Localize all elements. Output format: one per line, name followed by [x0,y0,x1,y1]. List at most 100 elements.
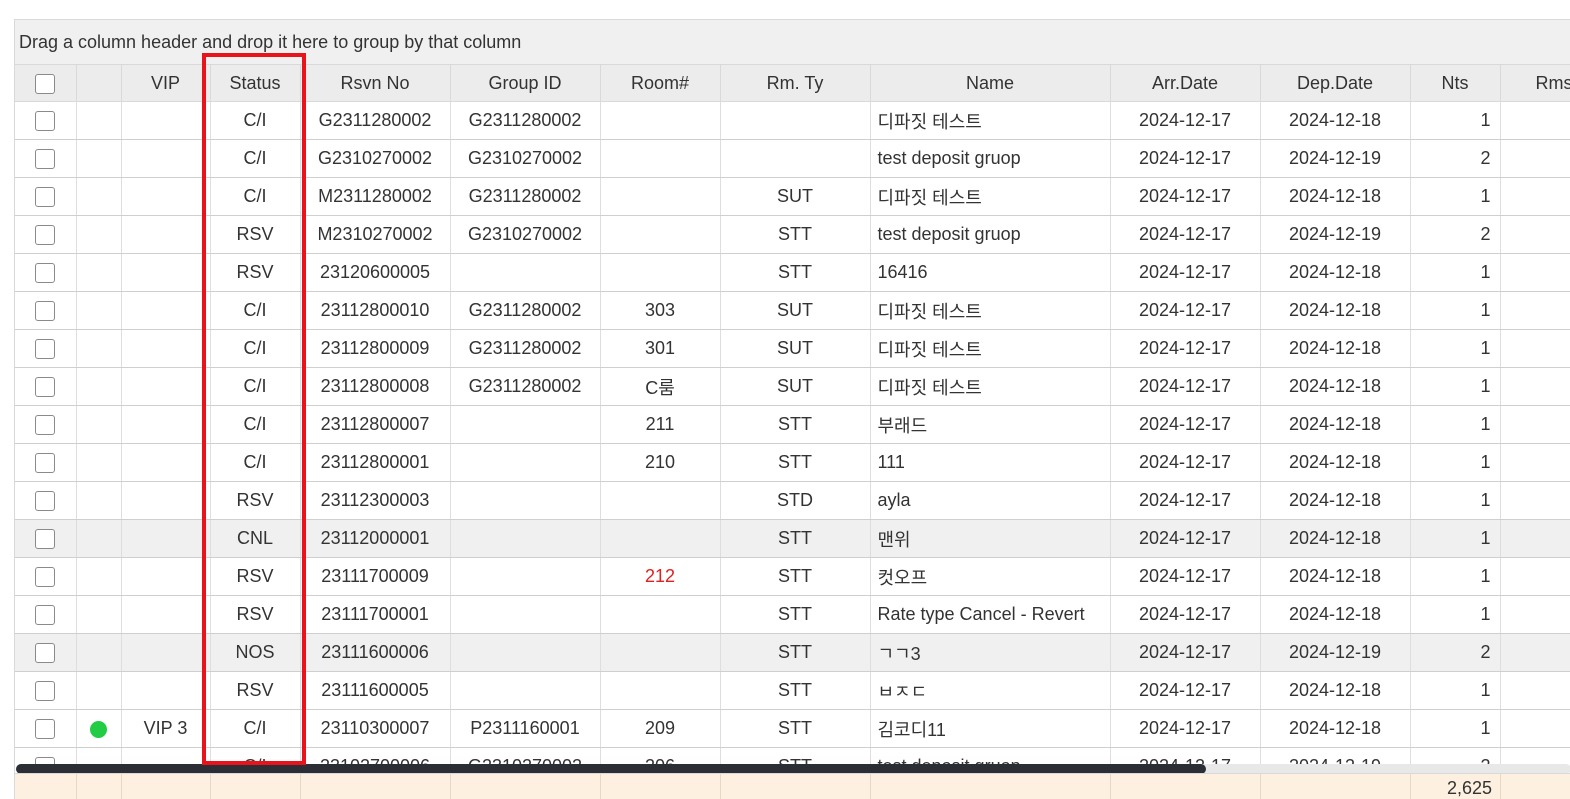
header-room[interactable]: Room# [600,65,721,102]
row-select-cell[interactable] [15,291,77,330]
cell-arr-date: 2024-12-17 [1110,595,1261,634]
header-indicator[interactable] [76,65,122,102]
cell-nts: 1 [1410,102,1501,140]
cell-rsvn-no: 23111600005 [300,671,451,710]
cell-group-id: G2310270002 [450,215,601,254]
row-checkbox[interactable] [35,377,56,398]
header-name[interactable]: Name [870,65,1111,102]
cell-nts: 1 [1410,177,1501,216]
row-checkbox[interactable] [35,149,56,170]
table-row[interactable]: CNL 23112000001 STT 맨위 2024-12-17 2024-12-18 1 [15,519,1570,558]
cell-room: 303 [600,291,721,330]
row-select-cell[interactable] [15,253,77,292]
cell-status: C/I [210,102,301,140]
table-row[interactable]: C/I G2310270002 G2310270002 test deposit gr… [15,139,1570,178]
cell-arr-date: 2024-12-17 [1110,291,1261,330]
row-select-cell[interactable] [15,519,77,558]
cell-dep-date: 2024-12-18 [1260,557,1411,596]
table-row[interactable]: VIP 3 C/I 23110300007 P2311160001 209 STT 김코디1… [15,709,1570,748]
cell-status: C/I [210,177,301,216]
row-checkbox[interactable] [35,719,56,740]
cell-arr-date: 2024-12-17 [1110,139,1261,178]
table-row[interactable]: C/I M2311280002 G2311280002 SUT 디파짓 테스트 2024-… [15,177,1570,216]
row-select-cell[interactable] [15,747,77,765]
row-select-cell[interactable] [15,177,77,216]
row-checkbox[interactable] [35,301,56,322]
cell-vip [121,443,211,482]
row-select-cell[interactable] [15,139,77,178]
row-checkbox[interactable] [35,567,56,588]
cell-room [600,671,721,710]
row-checkbox[interactable] [35,681,56,702]
cell-nts: 1 [1410,557,1501,596]
row-checkbox[interactable] [35,339,56,360]
table-row[interactable]: RSV 23120600005 STT 16416 2024-12-17 2024-12-… [15,253,1570,292]
row-select-cell[interactable] [15,595,77,634]
table-row[interactable]: C/I 23112800010 G2311280002 303 SUT 디파짓 테스트 20… [15,291,1570,330]
row-checkbox[interactable] [35,263,56,284]
cell-rsvn-no: 23111700001 [300,595,451,634]
cell-status: C/I [210,329,301,368]
table-row[interactable]: NOS 23111600006 STT ㄱㄱ3 2024-12-17 2024-12-19… [15,633,1570,672]
header-status[interactable]: Status [210,65,301,102]
header-rms[interactable]: Rms [1500,65,1570,102]
table-row[interactable]: RSV 23111600005 STT ㅂㅈㄷ 2024-12-17 2024-12-18… [15,671,1570,710]
grid-body[interactable]: C/I G2311280002 G2311280002 디파짓 테스트 2024-12-… [15,102,1570,765]
row-checkbox[interactable] [35,491,56,512]
header-dep-date[interactable]: Dep.Date [1260,65,1411,102]
row-select-cell[interactable] [15,102,77,140]
row-select-cell[interactable] [15,671,77,710]
header-group-id[interactable]: Group ID [450,65,601,102]
header-rm-ty[interactable]: Rm. Ty [720,65,871,102]
group-by-drop-panel[interactable]: Drag a column header and drop it here to… [15,20,1570,65]
row-select-cell[interactable] [15,633,77,672]
cell-rm-ty: STT [720,671,871,710]
header-nts[interactable]: Nts [1410,65,1501,102]
row-checkbox[interactable] [35,643,56,664]
row-checkbox[interactable] [35,415,56,436]
header-vip[interactable]: VIP [121,65,211,102]
table-row[interactable]: C/I G2311280002 G2311280002 디파짓 테스트 2024-12-… [15,102,1570,140]
vip-indicator-cell [76,747,122,765]
header-rsvn-no[interactable]: Rsvn No [300,65,451,102]
row-checkbox[interactable] [35,225,56,246]
cell-rm-ty: STT [720,253,871,292]
table-row[interactable]: C/I 23112800008 G2311280002 C룸 SUT 디파짓 테스트 202… [15,367,1570,406]
row-select-cell[interactable] [15,709,77,748]
cell-status: RSV [210,557,301,596]
table-row[interactable]: RSV 23112300003 STD ayla 2024-12-17 2024-12-1… [15,481,1570,520]
row-checkbox[interactable] [35,529,56,550]
table-row[interactable]: RSV 23111700009 212 STT 컷오프 2024-12-17 2024-12… [15,557,1570,596]
row-select-cell[interactable] [15,367,77,406]
cell-arr-date: 2024-12-17 [1110,443,1261,482]
table-row[interactable]: RSV 23111700001 STT Rate type Cancel - Reve… [15,595,1570,634]
vip-indicator-cell [76,595,122,634]
table-row[interactable]: C/I 23112800007 211 STT 부래드 2024-12-17 2024-12… [15,405,1570,444]
vip-indicator-cell [76,215,122,254]
row-select-cell[interactable] [15,557,77,596]
header-arr-date[interactable]: Arr.Date [1110,65,1261,102]
cell-room: 211 [600,405,721,444]
table-row[interactable]: RSV M2310270002 G2310270002 STT test deposit… [15,215,1570,254]
table-row[interactable]: C/I23102700006G2310270002206STTtest depo… [15,747,1570,765]
row-checkbox[interactable] [35,187,56,208]
header-select-all[interactable] [15,65,77,102]
row-checkbox[interactable] [35,605,56,626]
cell-vip [121,367,211,406]
table-row[interactable]: C/I 23112800009 G2311280002 301 SUT 디파짓 테스트 20… [15,329,1570,368]
row-select-cell[interactable] [15,405,77,444]
select-all-checkbox[interactable] [35,73,56,94]
row-checkbox[interactable] [35,453,56,474]
cell-rms [1500,481,1570,520]
row-checkbox[interactable] [35,111,56,132]
cell-nts: 2 [1410,215,1501,254]
row-select-cell[interactable] [15,443,77,482]
row-select-cell[interactable] [15,329,77,368]
cell-rms [1500,367,1570,406]
row-select-cell[interactable] [15,481,77,520]
cell-room: 209 [600,709,721,748]
row-select-cell[interactable] [15,215,77,254]
cell-rm-ty: STD [720,481,871,520]
table-row[interactable]: C/I 23112800001 210 STT 111 2024-12-17 2024-12… [15,443,1570,482]
cell-dep-date: 2024-12-18 [1260,367,1411,406]
